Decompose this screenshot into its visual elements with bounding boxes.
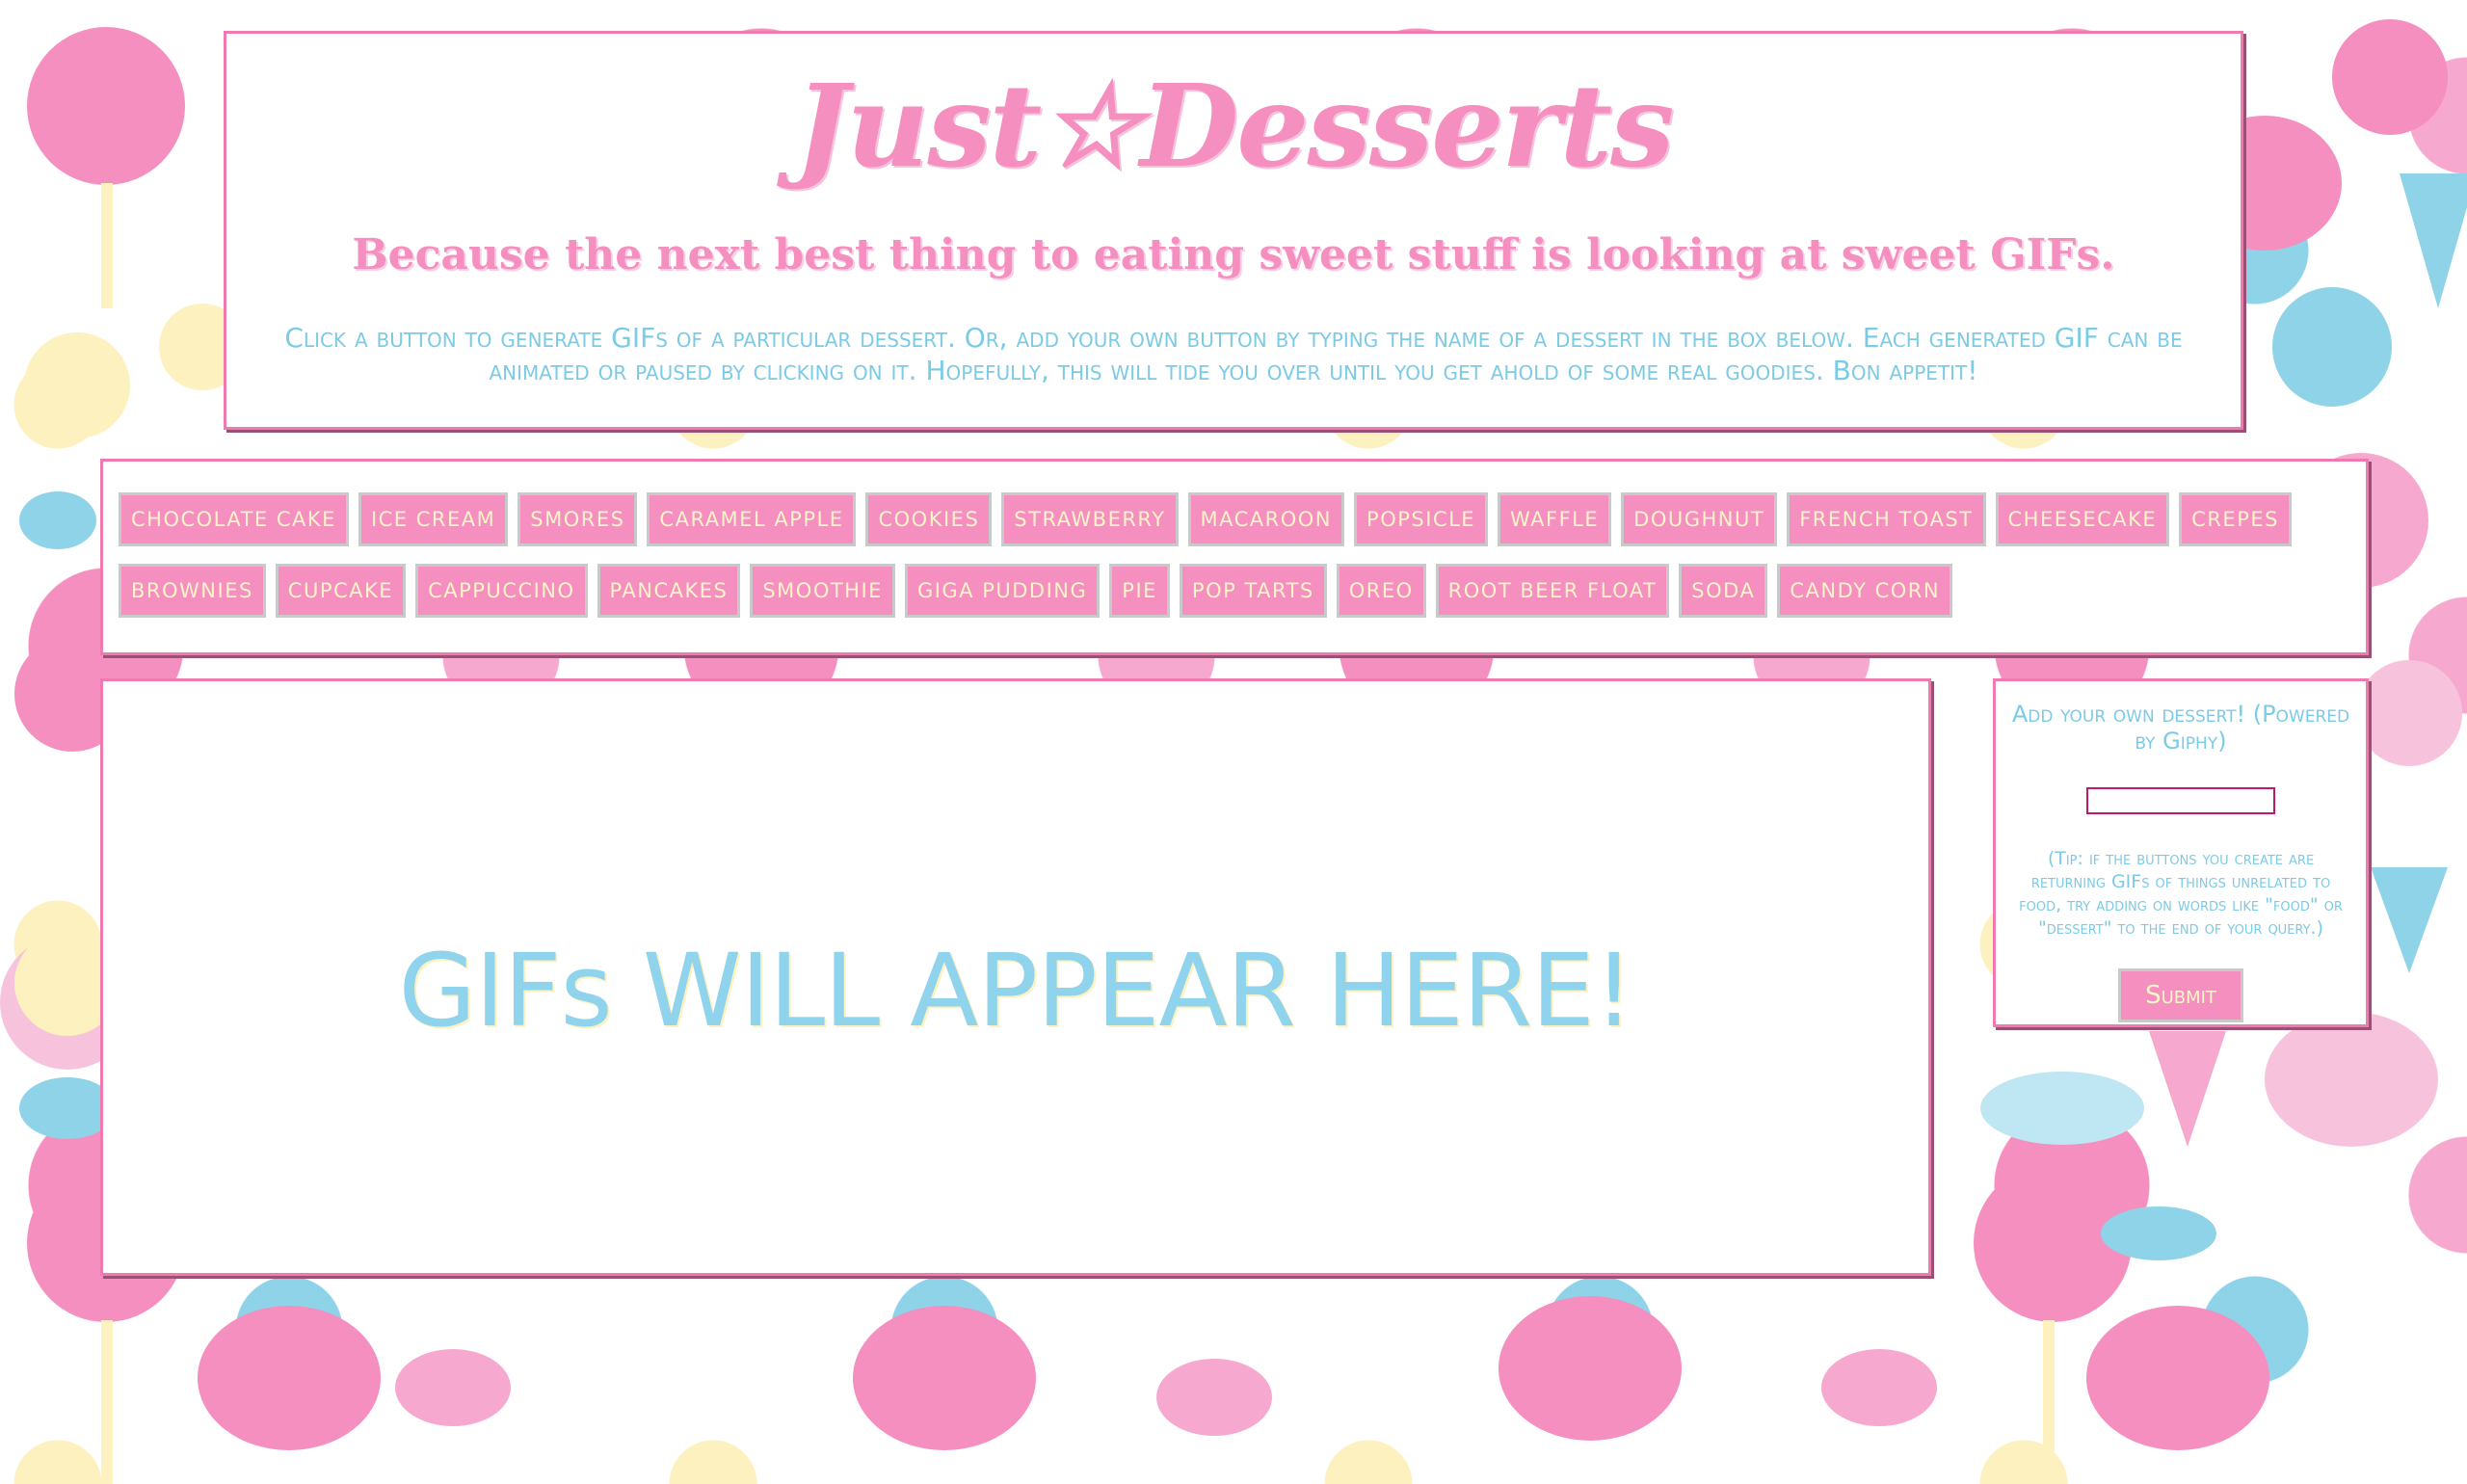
- dessert-button[interactable]: smores: [517, 492, 638, 546]
- gif-display-area: GIFs WILL APPEAR HERE!: [100, 678, 1931, 1276]
- dessert-button[interactable]: oreo: [1336, 564, 1426, 618]
- header-panel: Just☆Desserts Because the next best thin…: [224, 31, 2243, 430]
- dessert-button[interactable]: caramel apple: [647, 492, 857, 546]
- dessert-button[interactable]: pie: [1109, 564, 1170, 618]
- form-tip: (Tip: if the buttons you create are retu…: [2019, 848, 2343, 939]
- dessert-button[interactable]: soda: [1679, 564, 1768, 618]
- dessert-button[interactable]: root beer float: [1435, 564, 1670, 618]
- form-title: Add your own dessert! (Powered by Giphy): [2011, 701, 2350, 755]
- dessert-button[interactable]: brownies: [119, 564, 266, 618]
- dessert-button[interactable]: doughnut: [1621, 492, 1778, 546]
- tagline: Because the next best thing to eating sw…: [352, 229, 2115, 279]
- dessert-button[interactable]: candy corn: [1777, 564, 1953, 618]
- dessert-button[interactable]: giga pudding: [904, 564, 1101, 618]
- add-dessert-form: Add your own dessert! (Powered by Giphy)…: [1993, 678, 2369, 1027]
- dessert-button[interactable]: crepes: [2179, 492, 2292, 546]
- dessert-buttons-panel: chocolate cake ice cream smores caramel app…: [100, 459, 2369, 655]
- dessert-button[interactable]: french toast: [1787, 492, 1986, 546]
- site-title: Just☆Desserts: [794, 59, 1675, 193]
- dessert-button[interactable]: waffle: [1498, 492, 1612, 546]
- dessert-button[interactable]: strawberry: [1001, 492, 1179, 546]
- dessert-button[interactable]: pancakes: [597, 564, 741, 618]
- dessert-button[interactable]: ice cream: [358, 492, 509, 546]
- dessert-button[interactable]: cookies: [865, 492, 993, 546]
- dessert-button[interactable]: pop tarts: [1179, 564, 1327, 618]
- dessert-button[interactable]: cappuccino: [415, 564, 588, 618]
- submit-button[interactable]: Submit: [2118, 968, 2243, 1022]
- dessert-input[interactable]: [2086, 787, 2275, 814]
- dessert-button[interactable]: macaroon: [1187, 492, 1345, 546]
- dessert-button[interactable]: cheesecake: [1995, 492, 2170, 546]
- dessert-button[interactable]: chocolate cake: [119, 492, 349, 546]
- dessert-button[interactable]: popsicle: [1354, 492, 1489, 546]
- dessert-button[interactable]: smoothie: [750, 564, 895, 618]
- gif-placeholder-text: GIFs WILL APPEAR HERE!: [398, 932, 1633, 1049]
- instructions-text: Click a button to generate GIFs of a par…: [284, 321, 2183, 386]
- dessert-button[interactable]: cupcake: [275, 564, 407, 618]
